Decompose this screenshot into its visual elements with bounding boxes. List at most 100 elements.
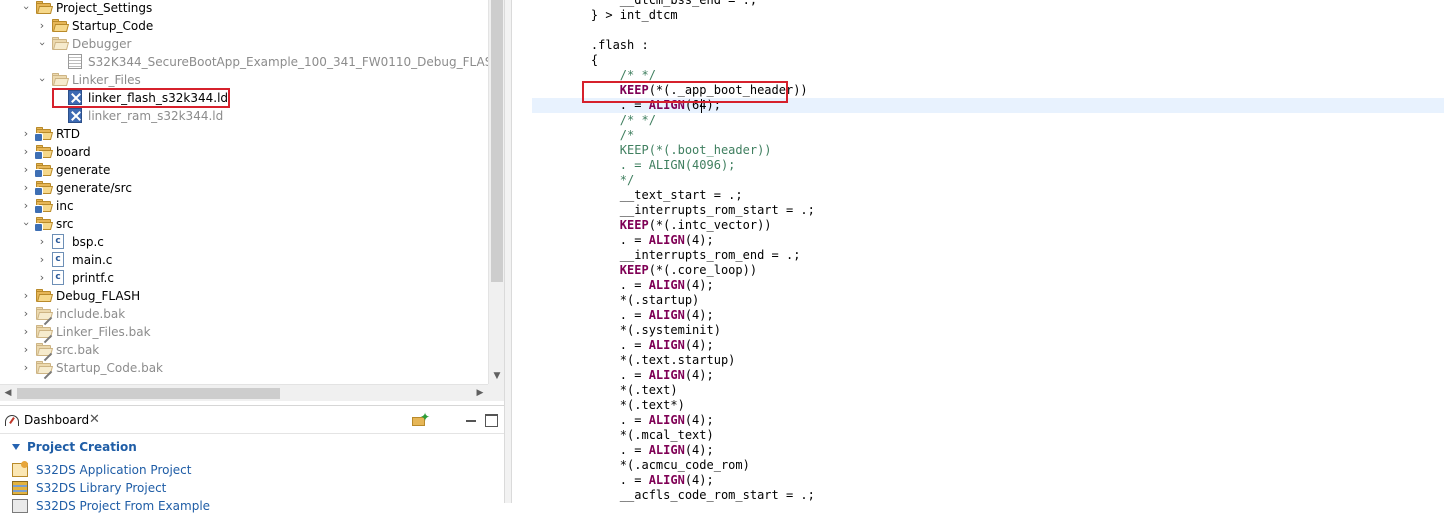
code-line: KEEP(*(.intc_vector)) (562, 218, 772, 233)
linker-file-icon (68, 108, 82, 123)
code-token: *(.acmcu_code_rom) (562, 458, 750, 472)
tree-item-label: Startup_Code (72, 19, 154, 33)
tree-item[interactable]: › Linker_Files (0, 71, 488, 89)
tree-item-label: Project_Settings (56, 1, 153, 15)
link-application-project-label[interactable]: S32DS Application Project (36, 462, 191, 478)
code-line: . = ALIGN(4); (562, 338, 714, 353)
tree-item-label: Debug_FLASH (56, 289, 141, 303)
tree-item[interactable]: › Debugger (0, 35, 488, 53)
scroll-down-arrow-icon[interactable]: ▼ (489, 368, 504, 384)
tree-item-label: src (56, 217, 74, 231)
tree-vertical-scrollbar[interactable]: ▲ ▼ (488, 0, 504, 384)
code-token: (*(.core_loop)) (648, 263, 758, 277)
example-project-icon (12, 499, 28, 513)
code-token: .flash : (562, 38, 649, 52)
collapsed-chevron-icon[interactable]: › (20, 181, 32, 195)
dashboard-tab-bar: Dashboard ✕ ✦ (0, 406, 504, 434)
tree-item-label: printf.c (72, 271, 114, 285)
tree-item[interactable]: › include.bak (0, 305, 488, 326)
dashboard-panel: Dashboard ✕ ✦ Project Creation S32DS App… (0, 405, 504, 513)
tree-horizontal-scrollbar[interactable]: ◀ ▶ (0, 384, 488, 401)
panel-splitter[interactable] (504, 0, 512, 503)
c-file-icon: c (52, 234, 64, 249)
keyword-token: ALIGN (648, 278, 685, 292)
code-token: *(.text) (562, 383, 678, 397)
link-example-project-label[interactable]: S32DS Project From Example (36, 498, 210, 514)
code-line: . = ALIGN(4); (562, 278, 714, 293)
comment-token: . = ALIGN(4096); (562, 158, 736, 172)
tree-item[interactable]: › c bsp.c (0, 233, 488, 251)
tree-item[interactable]: › Project_Settings (0, 0, 488, 17)
tree-item-label: src.bak (56, 343, 100, 357)
scroll-right-arrow-icon[interactable]: ▶ (472, 385, 488, 401)
code-line: *(.startup) (562, 293, 699, 308)
collapsed-chevron-icon[interactable]: › (20, 343, 32, 357)
tree-item[interactable]: › generate (0, 161, 488, 179)
gauge-icon (5, 415, 19, 426)
tree-item[interactable]: linker_ram_s32k344.ld (0, 107, 488, 125)
collapsed-chevron-icon[interactable]: › (20, 127, 32, 141)
tree-item[interactable]: S32K344_SecureBootApp_Example_100_341_FW… (0, 53, 488, 71)
code-token: (4); (684, 308, 714, 322)
tree-item[interactable]: › src.bak (0, 341, 488, 362)
link-library-project-label[interactable]: S32DS Library Project (36, 480, 166, 496)
collapsed-chevron-icon[interactable]: › (36, 19, 48, 33)
tree-item[interactable]: › Debug_FLASH (0, 287, 488, 305)
excluded-folder-icon (36, 361, 54, 380)
code-line: *(.systeminit) (562, 323, 721, 338)
close-icon[interactable]: ✕ (89, 412, 100, 427)
collapsed-chevron-icon[interactable]: › (36, 271, 48, 285)
code-line: } > int_dtcm (562, 8, 678, 23)
code-token: (4); (684, 278, 714, 292)
tree-item[interactable]: › Linker_Files.bak (0, 323, 488, 344)
collapsed-chevron-icon[interactable]: › (20, 289, 32, 303)
code-line: /* (562, 128, 634, 143)
scroll-left-arrow-icon[interactable]: ◀ (0, 385, 16, 401)
collapsed-chevron-icon[interactable]: › (20, 145, 32, 159)
tree-item[interactable]: › c main.c (0, 251, 488, 269)
expanded-chevron-icon[interactable]: › (35, 74, 49, 86)
collapsed-chevron-icon[interactable]: › (20, 325, 32, 339)
code-line: . = ALIGN(4); (562, 308, 714, 323)
code-token: *(.text*) (562, 398, 685, 412)
collapsed-chevron-icon[interactable]: › (20, 199, 32, 213)
tree-item[interactable]: › src (0, 215, 488, 233)
keyword-token: KEEP (619, 218, 649, 232)
code-line: *(.text) (562, 383, 678, 398)
collapse-triangle-icon[interactable] (12, 444, 20, 450)
code-token: . = (562, 443, 649, 457)
tree-item[interactable]: › Startup_Code (0, 17, 488, 35)
tree-item[interactable]: › RTD (0, 125, 488, 143)
collapsed-chevron-icon[interactable]: › (36, 235, 48, 249)
tree-item[interactable]: › generate/src (0, 179, 488, 197)
source-folder-icon (34, 199, 54, 214)
minimize-icon[interactable] (463, 412, 479, 428)
excluded-folder-icon (36, 325, 54, 344)
code-token: (*(.intc_vector)) (648, 218, 772, 232)
code-token: __dtcm_bss_end = .; (562, 0, 758, 7)
tree-horizontal-scroll-thumb[interactable] (17, 388, 280, 399)
maximize-icon[interactable] (483, 412, 499, 428)
new-project-icon[interactable]: ✦ (412, 411, 430, 428)
tree-item[interactable]: › c printf.c (0, 269, 488, 287)
code-token: . = (562, 413, 649, 427)
tree-item[interactable]: › Startup_Code.bak (0, 359, 488, 380)
tree-item-label: include.bak (56, 307, 126, 321)
tree-item[interactable]: › board (0, 143, 488, 161)
tree-vertical-scroll-thumb[interactable] (491, 0, 503, 282)
expanded-chevron-icon[interactable]: › (19, 2, 33, 14)
collapsed-chevron-icon[interactable]: › (36, 253, 48, 267)
tree-item[interactable]: › inc (0, 197, 488, 215)
linker-script-editor[interactable]: __dtcm_bss_end = .; } > int_dtcm .flash … (512, 0, 1444, 503)
tree-item-label: Debugger (72, 37, 132, 51)
source-folder-icon (34, 163, 54, 178)
comment-token: KEEP(*(.boot_header)) (562, 143, 772, 157)
tab-dashboard-label: Dashboard (24, 413, 90, 427)
expanded-chevron-icon[interactable]: › (35, 38, 49, 50)
expanded-chevron-icon[interactable]: › (19, 218, 33, 230)
tab-dashboard[interactable]: Dashboard ✕ (0, 406, 108, 434)
collapsed-chevron-icon[interactable]: › (20, 307, 32, 321)
collapsed-chevron-icon[interactable]: › (20, 361, 32, 375)
collapsed-chevron-icon[interactable]: › (20, 163, 32, 177)
